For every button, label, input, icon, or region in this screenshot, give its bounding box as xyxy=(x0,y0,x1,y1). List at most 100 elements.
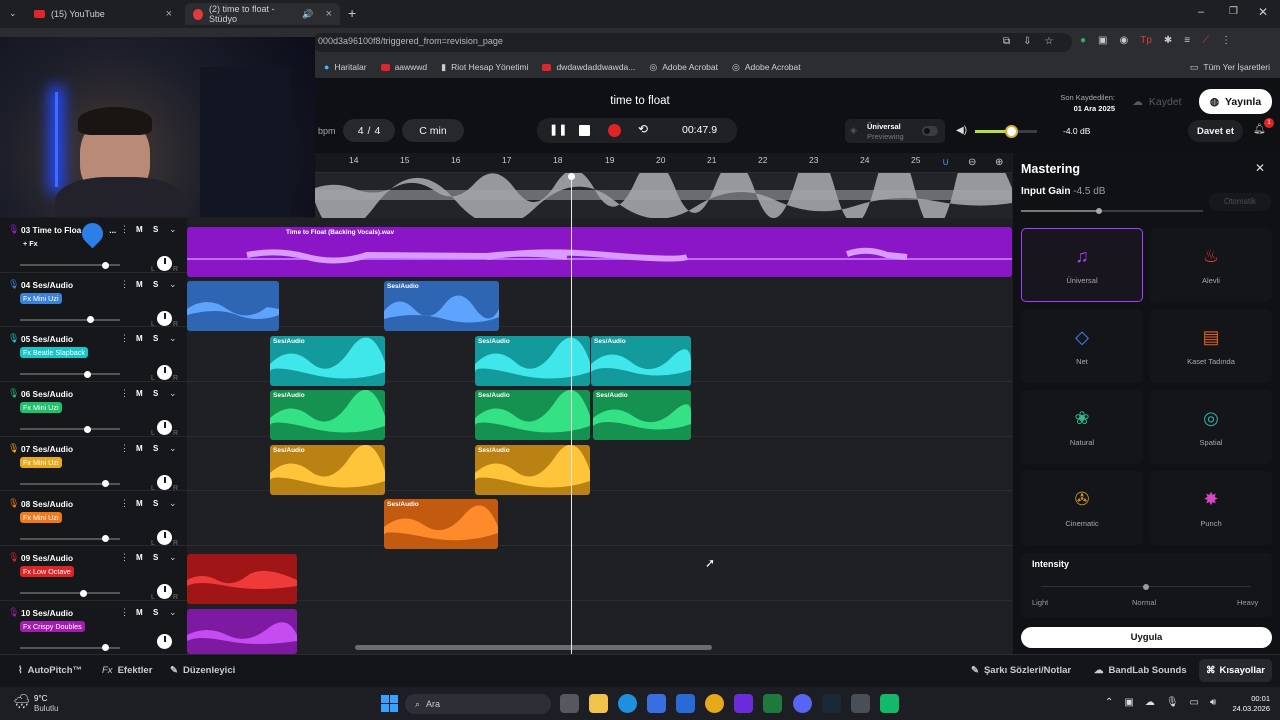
preset-natural[interactable]: ❀ Natural xyxy=(1021,390,1143,464)
volume-slider[interactable] xyxy=(20,370,120,378)
audio-clip[interactable] xyxy=(187,281,279,331)
audio-clip[interactable]: Ses/Audio xyxy=(270,336,385,386)
volume-knob[interactable] xyxy=(102,261,109,269)
track-menu-icon[interactable]: ⋮ xyxy=(120,388,129,399)
chevron-down-icon[interactable]: ⌄ xyxy=(169,224,177,235)
mute-button[interactable]: M xyxy=(136,499,143,508)
preset-alevli[interactable]: ♨ Alevli xyxy=(1150,228,1272,302)
intensity-light[interactable]: Light xyxy=(1032,598,1048,607)
track-menu-icon[interactable]: ⋮ xyxy=(120,279,129,290)
track-row[interactable]: 🎙︎ 07 Ses/Audio Fx Mini Uzi ⋮ M S ⌄ L R xyxy=(0,437,187,492)
track-row[interactable]: 🎙︎ 05 Ses/Audio Fx Beatle Slapback ⋮ M S… xyxy=(0,327,187,382)
media-icon[interactable]: ≡ xyxy=(1184,35,1190,46)
solo-button[interactable]: S xyxy=(153,280,158,289)
volume-knob[interactable] xyxy=(84,370,91,378)
volume-slider[interactable] xyxy=(20,535,120,542)
preset-net[interactable]: ◇ Net xyxy=(1021,309,1143,383)
pan-knob[interactable] xyxy=(157,529,172,545)
fx-badge[interactable]: Fx Mini Uzi xyxy=(20,511,62,523)
volume-knob[interactable] xyxy=(102,644,109,652)
track-name[interactable]: 05 Ses/Audio xyxy=(21,334,73,344)
solo-button[interactable]: S xyxy=(153,553,158,562)
audio-clip[interactable]: Ses/Audio xyxy=(475,336,590,386)
bookmark-item[interactable]: ◎ Adobe Acrobat xyxy=(732,62,801,73)
track-menu-icon[interactable]: ⋮ xyxy=(120,333,129,344)
app-icon[interactable] xyxy=(763,694,782,713)
chevron-up-icon[interactable]: ⌃ xyxy=(1105,697,1113,708)
close-window-icon[interactable]: ✕ xyxy=(1258,5,1268,19)
volume-knob[interactable] xyxy=(102,535,109,542)
mute-button[interactable]: M xyxy=(136,389,143,398)
chevron-down-icon[interactable]: ⌄ xyxy=(169,607,177,618)
track-row[interactable]: 🎙︎ 04 Ses/Audio Fx Mini Uzi ⋮ M S ⌄ L R xyxy=(0,273,187,328)
audio-clip[interactable]: Ses/Audio xyxy=(591,336,691,386)
taskbar-search[interactable]: ⌕ Ara xyxy=(405,694,551,714)
intensity-knob[interactable] xyxy=(1143,584,1149,590)
chevron-down-icon[interactable]: ⌄ xyxy=(169,333,177,344)
chevron-down-icon[interactable]: ⌄ xyxy=(169,498,177,509)
fx-badge[interactable]: Fx Mini Uzi xyxy=(20,456,62,468)
time-signature[interactable]: 4/4 xyxy=(343,119,395,142)
mute-button[interactable]: M xyxy=(136,225,143,234)
edge-icon[interactable] xyxy=(618,694,637,713)
track-name[interactable]: 08 Ses/Audio xyxy=(21,499,73,509)
track-row[interactable]: 🎙︎ 09 Ses/Audio Fx Low Octave ⋮ M S ⌄ L … xyxy=(0,546,187,601)
volume-icon[interactable]: ◀) xyxy=(956,125,967,136)
bookmark-item[interactable]: aawwwd xyxy=(380,62,427,72)
master-volume-slider[interactable] xyxy=(975,125,1037,138)
invite-button[interactable]: Davet et xyxy=(1188,120,1243,142)
chrome-icon[interactable] xyxy=(705,694,724,713)
tray-icon[interactable]: ▣ xyxy=(1124,697,1133,708)
mail-icon[interactable] xyxy=(676,694,695,713)
close-icon[interactable]: ✕ xyxy=(1255,161,1265,175)
mute-button[interactable]: M xyxy=(136,334,143,343)
close-tab-icon[interactable]: × xyxy=(326,8,332,20)
steam-icon[interactable] xyxy=(822,694,841,713)
speaker-icon[interactable]: 🔊︎ xyxy=(1210,697,1216,708)
volume-knob[interactable] xyxy=(1005,125,1018,138)
key-selector[interactable]: C min xyxy=(402,119,464,142)
editor-button[interactable]: ✎ Düzenleyici xyxy=(170,665,235,676)
tab-list-chevron-icon[interactable]: ⌄ xyxy=(9,8,17,19)
solo-button[interactable]: S xyxy=(153,499,158,508)
publish-button[interactable]: ◍ Yayınla xyxy=(1199,89,1272,114)
audio-clip[interactable]: Ses/Audio xyxy=(475,390,590,440)
fx-badge[interactable]: Fx Mini Uzi xyxy=(20,292,62,304)
bookmark-item[interactable]: ● Haritalar xyxy=(324,62,367,72)
preset-universal[interactable]: ♫ Üniversal xyxy=(1021,228,1143,302)
solo-button[interactable]: S xyxy=(153,389,158,398)
pan-knob[interactable] xyxy=(157,474,172,490)
pan-knob[interactable] xyxy=(157,633,172,649)
effects-button[interactable]: Fx Efektler xyxy=(102,665,152,676)
track-row[interactable]: 🎙︎ 03 Time to Floa... + Fx ⋮ M S ⌄ L R xyxy=(0,218,187,273)
track-menu-icon[interactable]: ⋮ xyxy=(120,552,129,563)
network-icon[interactable]: ▭ xyxy=(1190,697,1199,708)
snap-magnet-icon[interactable]: ∪ xyxy=(942,157,949,168)
extension-icon[interactable]: ◉ xyxy=(1120,35,1129,46)
audio-clip[interactable]: Ses/Audio xyxy=(270,445,385,495)
volume-slider[interactable] xyxy=(20,316,120,324)
store-icon[interactable] xyxy=(647,694,666,713)
install-icon[interactable]: ⇩ xyxy=(1023,36,1031,47)
track-name[interactable]: 07 Ses/Audio xyxy=(21,444,73,454)
track-menu-icon[interactable]: ⋮ xyxy=(120,443,129,454)
track-menu-icon[interactable]: ⋮ xyxy=(120,498,129,509)
track-name[interactable]: 09 Ses/Audio xyxy=(21,553,73,563)
minimize-icon[interactable]: – xyxy=(1198,6,1204,18)
zoom-in-icon[interactable]: ⊕ xyxy=(995,157,1003,168)
track-name[interactable]: 10 Ses/Audio xyxy=(21,608,73,618)
apply-button[interactable]: Uygula xyxy=(1021,627,1272,648)
audio-clip[interactable]: Ses/Audio xyxy=(475,445,590,495)
record-icon[interactable] xyxy=(608,124,621,137)
track-menu-icon[interactable]: ⋮ xyxy=(120,607,129,618)
arrangement-view[interactable]: Time to Float (Backing Vocals).wav Ses/A… xyxy=(187,218,1012,654)
extension-icon[interactable]: ▣ xyxy=(1098,35,1107,46)
volume-knob[interactable] xyxy=(84,425,91,433)
stop-icon[interactable] xyxy=(579,125,590,136)
mastering-toggle-panel[interactable]: ◈ Üniversal Previewing xyxy=(845,119,945,143)
lyrics-button[interactable]: ✎ Şarkı Sözleri/Notlar xyxy=(971,665,1071,676)
playhead[interactable] xyxy=(571,173,572,654)
audio-clip[interactable]: Time to Float (Backing Vocals).wav xyxy=(187,227,1012,277)
volume-slider[interactable] xyxy=(20,480,120,488)
volume-knob[interactable] xyxy=(80,589,87,597)
